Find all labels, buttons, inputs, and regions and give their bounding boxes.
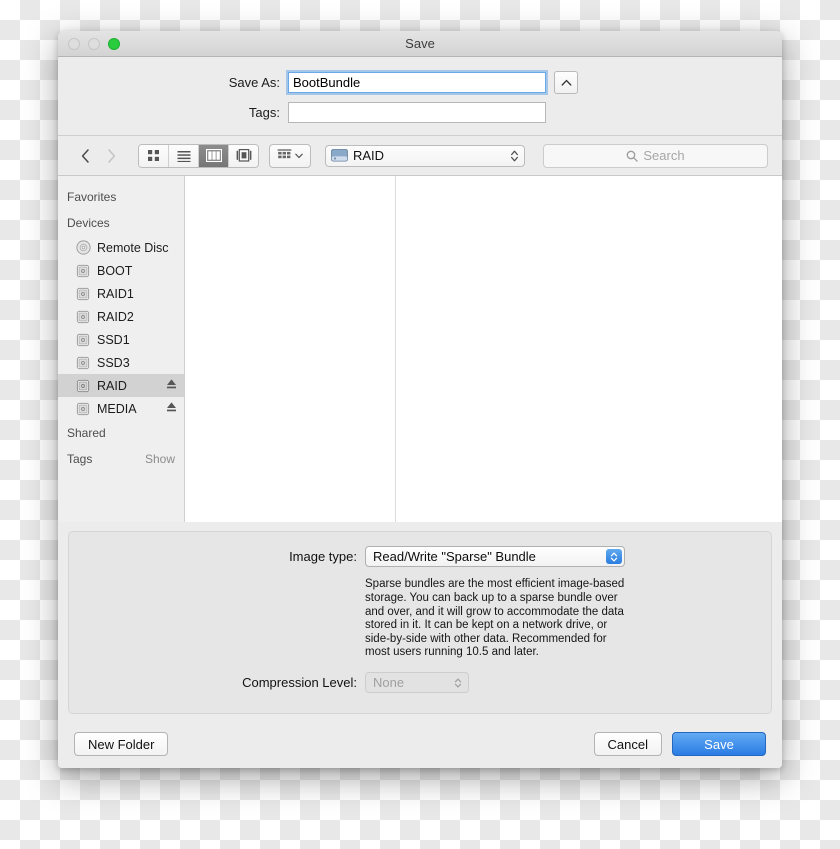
gallery-view-button[interactable] (229, 144, 258, 167)
image-type-description: Sparse bundles are the most efficient im… (365, 578, 625, 659)
sidebar-item-media[interactable]: MEDIA (58, 397, 184, 420)
list-view-button[interactable] (169, 144, 199, 167)
sidebar-header-devices: Devices (67, 216, 110, 230)
arrange-icon (277, 149, 292, 159)
minimize-button[interactable] (88, 37, 100, 50)
up-down-chevron-icon (606, 549, 622, 565)
hard-drive-icon (75, 401, 91, 417)
save-dialog-window: Save Save As: Tags: (58, 31, 782, 768)
sidebar-item-label: RAID2 (97, 309, 134, 324)
compression-row: Compression Level: None (69, 672, 771, 693)
column-view-button[interactable] (199, 144, 229, 167)
tags-row: Tags: (58, 102, 782, 123)
compression-value: None (373, 675, 405, 690)
options-panel: Image type: Read/Write "Sparse" Bundle S… (68, 531, 772, 714)
browser-column-1[interactable] (185, 176, 396, 523)
sidebar-item-label: RAID1 (97, 286, 134, 301)
forward-button[interactable] (98, 145, 124, 167)
eject-icon[interactable] (166, 401, 177, 416)
sidebar-item-remote-disc[interactable]: Remote Disc (58, 236, 184, 259)
save-as-input[interactable] (288, 72, 546, 93)
hard-drive-icon (331, 149, 348, 162)
footer: New Folder Cancel Save (58, 720, 782, 768)
location-label: RAID (353, 148, 385, 163)
collapse-button[interactable] (554, 71, 578, 94)
sidebar-item-label: SSD3 (97, 355, 130, 370)
close-button[interactable] (68, 37, 80, 50)
sidebar-item-label: MEDIA (97, 401, 137, 416)
options-panel-wrapper: Image type: Read/Write "Sparse" Bundle S… (58, 522, 782, 720)
image-type-description-row: Sparse bundles are the most efficient im… (69, 573, 771, 672)
save-as-row: Save As: (58, 71, 782, 94)
zoom-button[interactable] (108, 37, 120, 50)
eject-icon[interactable] (166, 378, 177, 393)
sidebar-item-boot[interactable]: BOOT (58, 259, 184, 282)
image-type-popup-button[interactable]: Read/Write "Sparse" Bundle (365, 546, 625, 568)
sidebar-item-label: RAID (97, 378, 127, 393)
tags-input[interactable] (288, 102, 546, 123)
tags-label: Tags: (248, 105, 280, 120)
chevron-right-icon (107, 148, 115, 163)
file-browser (185, 176, 782, 523)
save-button[interactable]: Save (672, 732, 766, 756)
sidebar-tags-row: Tags Show (58, 446, 184, 472)
image-type-value: Read/Write "Sparse" Bundle (373, 549, 536, 565)
sidebar-item-ssd1[interactable]: SSD1 (58, 328, 184, 351)
up-down-chevron-icon (454, 675, 462, 690)
browser-column-2[interactable] (396, 176, 782, 523)
traffic-lights (68, 37, 120, 50)
sidebar-item-ssd3[interactable]: SSD3 (58, 351, 184, 374)
new-folder-button[interactable]: New Folder (74, 732, 169, 756)
compression-popup-button[interactable]: None (365, 672, 469, 693)
sidebar-item-label: Remote Disc (97, 240, 169, 255)
compression-label: Compression Level: (242, 675, 357, 690)
optical-disc-icon (75, 240, 91, 256)
sidebar-tags-label: Tags (67, 452, 93, 466)
sidebar-header-favorites: Favorites (67, 190, 117, 204)
arrange-button[interactable] (269, 143, 311, 168)
chevron-up-icon (561, 79, 571, 86)
save-form: Save As: Tags: (58, 57, 782, 136)
image-type-row: Image type: Read/Write "Sparse" Bundle (69, 546, 771, 568)
cancel-button[interactable]: Cancel (593, 732, 662, 756)
hard-drive-icon (75, 332, 91, 348)
search-icon (627, 150, 639, 162)
navigation-buttons (72, 145, 124, 167)
image-type-label: Image type: (289, 549, 357, 565)
hard-drive-icon (75, 378, 91, 394)
hard-drive-icon (75, 286, 91, 302)
sidebar-item-label: BOOT (97, 263, 133, 278)
hard-drive-icon (75, 309, 91, 325)
sidebar-item-label: SSD1 (97, 332, 130, 347)
hard-drive-icon (75, 355, 91, 371)
up-down-chevron-icon (511, 150, 518, 161)
location-popup-button[interactable]: RAID (325, 144, 525, 167)
sidebar-header-shared: Shared (67, 426, 106, 440)
titlebar: Save (58, 31, 782, 57)
sidebar: Favorites Devices Remote Disc BOOT RAID1… (58, 176, 185, 523)
window-title: Save (405, 36, 435, 51)
toolbar: RAID Search (58, 136, 782, 176)
chevron-left-icon (81, 148, 89, 163)
chevron-down-icon (295, 153, 303, 158)
grid-icon (148, 150, 159, 161)
sidebar-item-raid[interactable]: RAID (58, 374, 184, 397)
search-placeholder: Search (643, 148, 685, 163)
search-field[interactable]: Search (543, 143, 768, 168)
sidebar-tags-show-button[interactable]: Show (145, 452, 175, 466)
hard-drive-icon (75, 263, 91, 279)
gallery-icon (236, 149, 251, 162)
save-as-label: Save As: (228, 75, 280, 90)
dialog-body: Favorites Devices Remote Disc BOOT RAID1… (58, 176, 782, 523)
sidebar-item-raid1[interactable]: RAID1 (58, 282, 184, 305)
view-mode-segmented-control (138, 143, 259, 168)
sidebar-item-raid2[interactable]: RAID2 (58, 305, 184, 328)
columns-icon (205, 149, 222, 162)
icon-view-button[interactable] (139, 144, 169, 167)
list-icon (177, 150, 190, 162)
back-button[interactable] (72, 145, 98, 167)
